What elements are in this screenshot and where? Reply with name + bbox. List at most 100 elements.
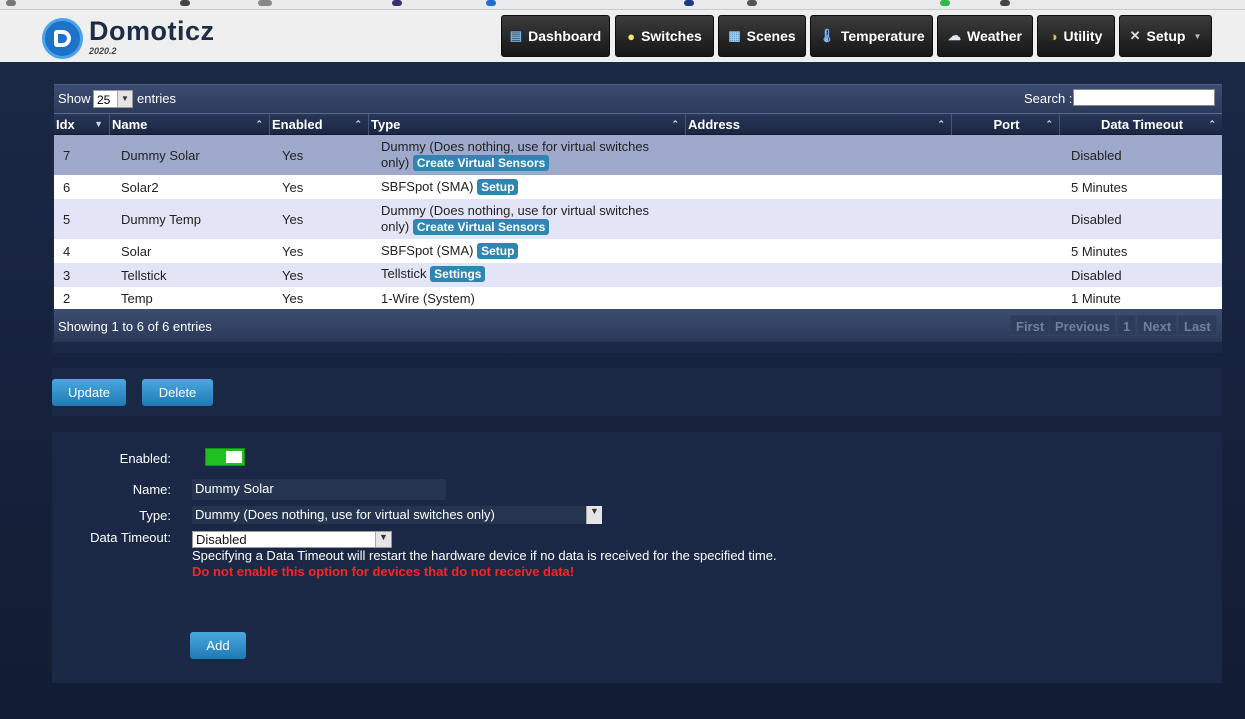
cell-name: Solar — [121, 244, 152, 259]
pager-first[interactable]: First — [1010, 315, 1051, 336]
bookmark-icon[interactable] — [684, 0, 694, 6]
setup-button[interactable]: Setup — [477, 179, 519, 195]
update-button[interactable]: Update — [52, 379, 126, 406]
scenes-icon: ▦ — [728, 28, 741, 43]
cell-idx: 7 — [63, 148, 71, 163]
nav-dashboard[interactable]: ▤ Dashboard — [501, 15, 610, 57]
create-virtual-sensors-button[interactable]: Create Virtual Sensors — [412, 219, 550, 235]
bookmark-icon[interactable] — [392, 0, 402, 6]
table-row[interactable]: 3 Tellstick Yes Tellstick Settings Disab… — [54, 263, 1222, 287]
bookmarks-bar — [0, 0, 1245, 10]
name-label: Name: — [132, 482, 171, 497]
table-row[interactable]: 6 Solar2 Yes SBFSpot (SMA) Setup 5 Minut… — [54, 175, 1222, 199]
sort-icon: ⌃ — [671, 119, 679, 129]
pager-next[interactable]: Next — [1137, 315, 1178, 336]
create-virtual-sensors-button[interactable]: Create Virtual Sensors — [412, 155, 550, 171]
nav-utility[interactable]: ◑ Utility — [1037, 15, 1115, 57]
column-label: Data Timeout — [1100, 117, 1184, 132]
settings-button[interactable]: Settings — [430, 266, 486, 282]
bookmark-icon[interactable] — [6, 0, 16, 6]
cell-type: SBFSpot (SMA) — [381, 179, 474, 194]
page-size-select[interactable]: 25 ▼ — [93, 90, 133, 108]
delete-button[interactable]: Delete — [142, 379, 213, 406]
bookmark-icon[interactable] — [486, 0, 496, 6]
column-label: Address — [688, 117, 741, 132]
nav-setup[interactable]: ✕ Setup ▼ — [1119, 15, 1212, 57]
cell-enabled: Yes — [282, 291, 304, 306]
type-select[interactable]: Dummy (Does nothing, use for virtual swi… — [192, 506, 602, 524]
column-address[interactable]: Address ⌃ — [686, 114, 952, 135]
entries-label: entries — [137, 91, 177, 106]
table-header: Idx ▼ Name ⌃ Enabled ⌃ Type ⌃ Address ⌃ Port ⌃… — [54, 113, 1222, 135]
nav-temperature[interactable]: 🌡 Temperature — [810, 15, 933, 57]
table-row[interactable]: 4 Solar Yes SBFSpot (SMA) Setup 5 Minute… — [54, 239, 1222, 263]
app-header: Domoticz 2020.2 ▤ Dashboard ● Switches ▦… — [0, 10, 1245, 62]
show-label: Show — [58, 91, 91, 106]
data-timeout-label: Data Timeout: — [90, 530, 171, 545]
cell-name: Dummy Solar — [121, 148, 200, 163]
nav-label: Utility — [1063, 28, 1103, 44]
sort-desc-icon: ▼ — [94, 119, 103, 129]
bookmark-icon[interactable] — [258, 0, 272, 6]
nav-label: Switches — [641, 28, 702, 44]
dashboard-icon: ▤ — [509, 28, 523, 43]
search-input[interactable] — [1073, 89, 1215, 106]
nav-label: Temperature — [840, 28, 925, 44]
chevron-down-icon: ▼ — [117, 91, 132, 107]
timeout-warning-text: Do not enable this option for devices th… — [192, 564, 575, 579]
version-label: 2020.2 — [89, 46, 117, 56]
chevron-down-icon: ▼ — [1193, 31, 1202, 41]
actions-panel — [52, 368, 1222, 416]
name-input[interactable]: Dummy Solar — [192, 479, 446, 500]
column-type[interactable]: Type ⌃ — [369, 114, 686, 135]
column-port[interactable]: Port ⌃ — [952, 114, 1060, 135]
column-label: Name — [112, 117, 148, 132]
pager-page-1[interactable]: 1 — [1117, 315, 1137, 336]
cell-enabled: Yes — [282, 148, 304, 163]
sort-icon: ⌃ — [354, 119, 362, 129]
cell-idx: 3 — [63, 268, 71, 283]
data-timeout-select[interactable]: Disabled ▼ — [192, 531, 392, 548]
table-row[interactable]: 5 Dummy Temp Yes Dummy (Does nothing, us… — [54, 199, 1222, 239]
logo-text: Domoticz — [89, 16, 215, 46]
cell-type: 1-Wire (System) — [381, 291, 475, 306]
table-row[interactable]: 2 Temp Yes 1-Wire (System) 1 Minute — [54, 287, 1222, 309]
nav-switches[interactable]: ● Switches — [615, 15, 714, 57]
bookmark-icon[interactable] — [180, 0, 190, 6]
bookmark-icon[interactable] — [1000, 0, 1010, 6]
tools-icon: ✕ — [1129, 28, 1141, 43]
setup-button[interactable]: Setup — [477, 243, 519, 259]
cell-timeout: 5 Minutes — [1071, 180, 1128, 195]
column-label: Enabled — [272, 117, 323, 132]
pager-previous[interactable]: Previous — [1049, 315, 1116, 336]
column-name[interactable]: Name ⌃ — [110, 114, 270, 135]
nav-label: Scenes — [746, 28, 796, 44]
nav-label: Dashboard — [528, 28, 602, 44]
bookmark-icon[interactable] — [940, 0, 950, 6]
table-row[interactable]: 7 Dummy Solar Yes Dummy (Does nothing, u… — [54, 135, 1222, 175]
cell-timeout: Disabled — [1071, 148, 1122, 163]
sort-icon: ⌃ — [255, 119, 263, 129]
thermometer-icon: 🌡 — [818, 28, 835, 43]
nav-scenes[interactable]: ▦ Scenes — [718, 15, 806, 57]
nav-weather[interactable]: ☁ Weather — [937, 15, 1033, 57]
type-label: Type: — [139, 508, 171, 523]
weather-icon: ☁ — [948, 28, 961, 43]
column-enabled[interactable]: Enabled ⌃ — [270, 114, 369, 135]
cell-enabled: Yes — [282, 212, 304, 227]
pager-last[interactable]: Last — [1178, 315, 1217, 336]
sort-icon: ⌃ — [1208, 119, 1216, 129]
domoticz-logo-icon[interactable] — [42, 18, 83, 59]
cell-enabled: Yes — [282, 268, 304, 283]
table-toolbar: Show 25 ▼ entries Search : — [54, 84, 1222, 113]
enabled-toggle[interactable] — [205, 448, 245, 466]
column-data-timeout[interactable]: Data Timeout ⌃ — [1060, 114, 1222, 135]
column-idx[interactable]: Idx ▼ — [54, 114, 110, 135]
search-label: Search : — [1024, 91, 1073, 106]
bookmark-icon[interactable] — [747, 0, 757, 6]
cell-timeout: Disabled — [1071, 212, 1122, 227]
cell-idx: 6 — [63, 180, 71, 195]
enabled-label: Enabled: — [119, 451, 171, 466]
add-button[interactable]: Add — [190, 632, 246, 659]
cell-enabled: Yes — [282, 244, 304, 259]
